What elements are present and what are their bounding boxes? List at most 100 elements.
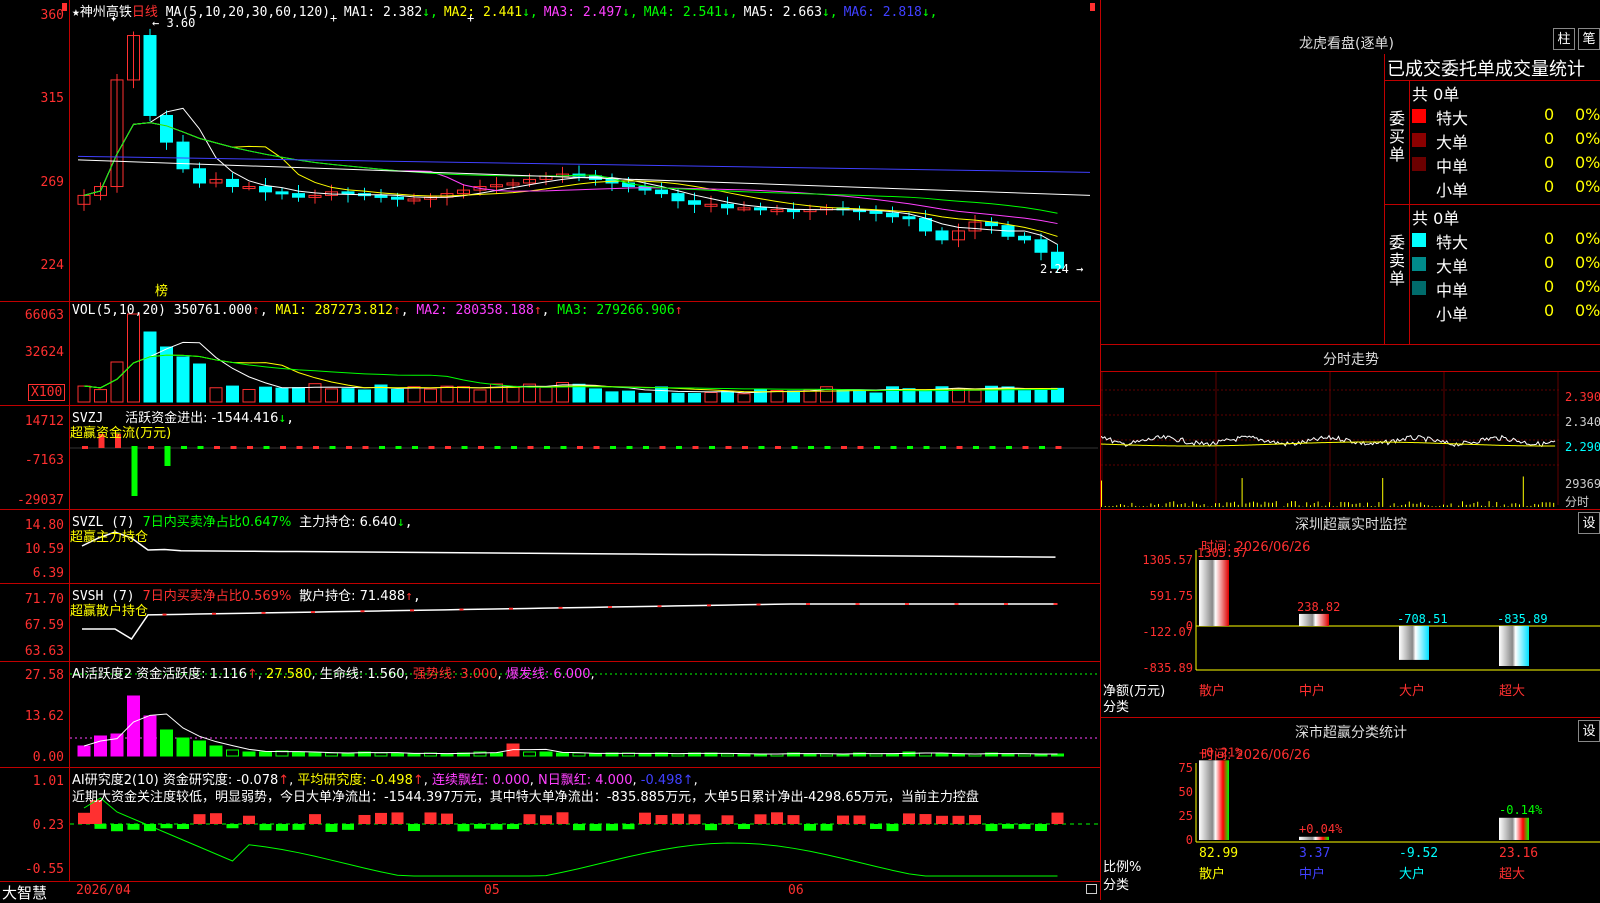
research-bar <box>161 824 173 828</box>
holding-marker <box>410 609 414 611</box>
activity-bar <box>590 754 602 756</box>
money-flow-bar <box>181 446 187 449</box>
money-flow-bar <box>775 446 781 449</box>
intraday-panel[interactable]: 分时走势 2.390 2.340 2.290 29369 分时 <box>1101 345 1600 510</box>
activity-bar <box>903 752 915 756</box>
volume-bar <box>837 390 849 402</box>
volume-bar <box>243 389 255 402</box>
volume-bar <box>111 362 123 402</box>
candle <box>788 210 800 212</box>
candle <box>656 190 668 194</box>
intraday-vol-bar <box>1340 502 1341 507</box>
research-bar <box>1052 813 1064 824</box>
intraday-vol-bar <box>1264 502 1265 507</box>
sz-class-panel[interactable]: 深市超赢分类统计 设 时间: 2026/06/26 7550250+0.21%8… <box>1101 718 1600 900</box>
intraday-vol-bar <box>1215 503 1216 507</box>
money-flow-bar <box>924 446 930 449</box>
svsh-pane[interactable]: 71.70 67.59 63.63 SVSH (7) 7日内买卖净占比0.569… <box>0 584 1100 662</box>
money-flow-bar <box>462 446 468 449</box>
intraday-vol-bar <box>1143 506 1144 507</box>
intraday-vol-bar <box>1135 506 1136 507</box>
research-bar <box>557 812 569 824</box>
flag-marker <box>62 3 67 11</box>
money-flow-bar <box>1006 446 1012 449</box>
order-row: 中单00% <box>1412 277 1600 299</box>
longhu-list-marker[interactable]: 榜 <box>155 280 168 299</box>
svzl-pane[interactable]: 14.80 10.59 6.39 SVZL (7) 7日内买卖净占比0.647%… <box>0 510 1100 584</box>
research-bar <box>672 814 684 824</box>
intraday-vol-bar <box>1405 504 1406 507</box>
vol-title-row: VOL(5,10,20) 350761.000↑, MA1: 287273.81… <box>72 303 683 318</box>
money-flow-bar <box>511 446 517 449</box>
time-axis: 大智慧 2026/04 05 06 <box>0 882 1100 900</box>
money-flow-bar <box>1023 446 1029 449</box>
volume-bar <box>722 392 734 402</box>
candlestick-chart[interactable]: ✦++ <box>0 0 1100 302</box>
activity-bar <box>639 754 651 756</box>
intraday-vol-bar <box>1466 505 1467 507</box>
volume-pane[interactable]: 66063 32624 X100 VOL(5,10,20) 350761.000… <box>0 302 1100 406</box>
money-flow-bar <box>577 446 583 449</box>
volume-bar <box>342 389 354 402</box>
ai-research-pane[interactable]: 1.01 0.23 -0.55 AI研究度2(10) 资金研究度: -0.078… <box>0 768 1100 882</box>
ai-activity-pane[interactable]: 27.58 13.62 0.00 AI活跃度2 资金活跃度: 1.116↑, 2… <box>0 662 1100 768</box>
monitor-bar-chart[interactable]: 1305.57591.75-122.07-835.8901305.57散户238… <box>1101 510 1600 718</box>
retail-holding-line <box>82 604 1056 639</box>
research-bar <box>524 814 536 824</box>
research-bar <box>623 824 635 829</box>
intraday-vol-bar <box>1420 502 1421 507</box>
intraday-vol-bar <box>1394 503 1395 507</box>
intraday-chart[interactable] <box>1101 345 1600 510</box>
monitor-bar-value: 238.82 <box>1297 600 1340 614</box>
intraday-vol-bar <box>1147 506 1148 507</box>
money-flow-bar <box>379 446 385 449</box>
money-flow-bar <box>891 446 897 449</box>
candle <box>920 219 932 231</box>
research-bar <box>870 824 882 829</box>
lock-icon[interactable] <box>1086 884 1097 894</box>
intraday-vol-bar <box>1124 505 1125 507</box>
intraday-vol-bar <box>1188 506 1189 507</box>
class-bar-chart[interactable]: 7550250+0.21%82.99散户+0.04%3.37中户-9.52大户-… <box>1101 718 1600 900</box>
class-category: 超大 <box>1499 867 1525 882</box>
ma5-line <box>78 160 1090 196</box>
candle <box>936 231 948 240</box>
bar-mode-button[interactable]: 柱 <box>1553 28 1575 50</box>
money-flow-bar <box>412 446 418 449</box>
ai1-activity: 资金活跃度: 1.116 <box>136 667 247 682</box>
money-flow-bar <box>396 446 402 449</box>
order-row: 小单00% <box>1412 177 1600 199</box>
holding-marker <box>1054 603 1058 605</box>
volume-bar <box>210 388 222 402</box>
candle <box>722 204 734 208</box>
research-bar <box>243 816 255 824</box>
svzj-pane[interactable]: 14712 -7163 -29037 SVZJ 活跃资金进出: -1544.41… <box>0 406 1100 510</box>
research-bar <box>210 813 222 824</box>
volume-bar <box>771 390 783 402</box>
intraday-vol-bar <box>1496 502 1497 507</box>
ma-value-1: MA1: 2.382 <box>344 5 422 20</box>
intraday-y-tick: 2.390 <box>1565 390 1600 404</box>
research-bar <box>408 824 420 831</box>
intraday-vol-bar <box>1504 504 1505 507</box>
class-bar-pct: -0.14% <box>1499 803 1543 817</box>
main-price-pane[interactable]: 360 315 269 224 ✦++ ★神州高铁日线 MA(5,10,20,3… <box>0 0 1100 302</box>
research-bar <box>705 824 717 830</box>
intraday-y-tick: 2.340 <box>1565 415 1600 429</box>
candle <box>689 201 701 205</box>
candle <box>161 115 173 142</box>
intraday-vol-bar <box>1154 505 1155 507</box>
candle <box>1019 236 1031 240</box>
tick-mode-button[interactable]: 笔 <box>1578 28 1600 50</box>
sz-monitor-panel[interactable]: 深圳超赢实时监控 设 时间: 2026/06/26 1305.57591.75-… <box>1101 510 1600 718</box>
class-bar <box>1499 818 1529 840</box>
volume-bar <box>738 394 750 402</box>
avg-price-line <box>1101 442 1555 446</box>
svzl-ratio: 7日内买卖净占比0.647% <box>142 515 291 530</box>
intraday-vol-bar <box>1534 504 1535 507</box>
volume-bar <box>474 390 486 402</box>
money-flow-bar <box>610 446 616 449</box>
money-flow-bar <box>742 446 748 449</box>
ai1-value2: 27.580 <box>266 667 312 682</box>
money-flow-bar <box>841 446 847 449</box>
